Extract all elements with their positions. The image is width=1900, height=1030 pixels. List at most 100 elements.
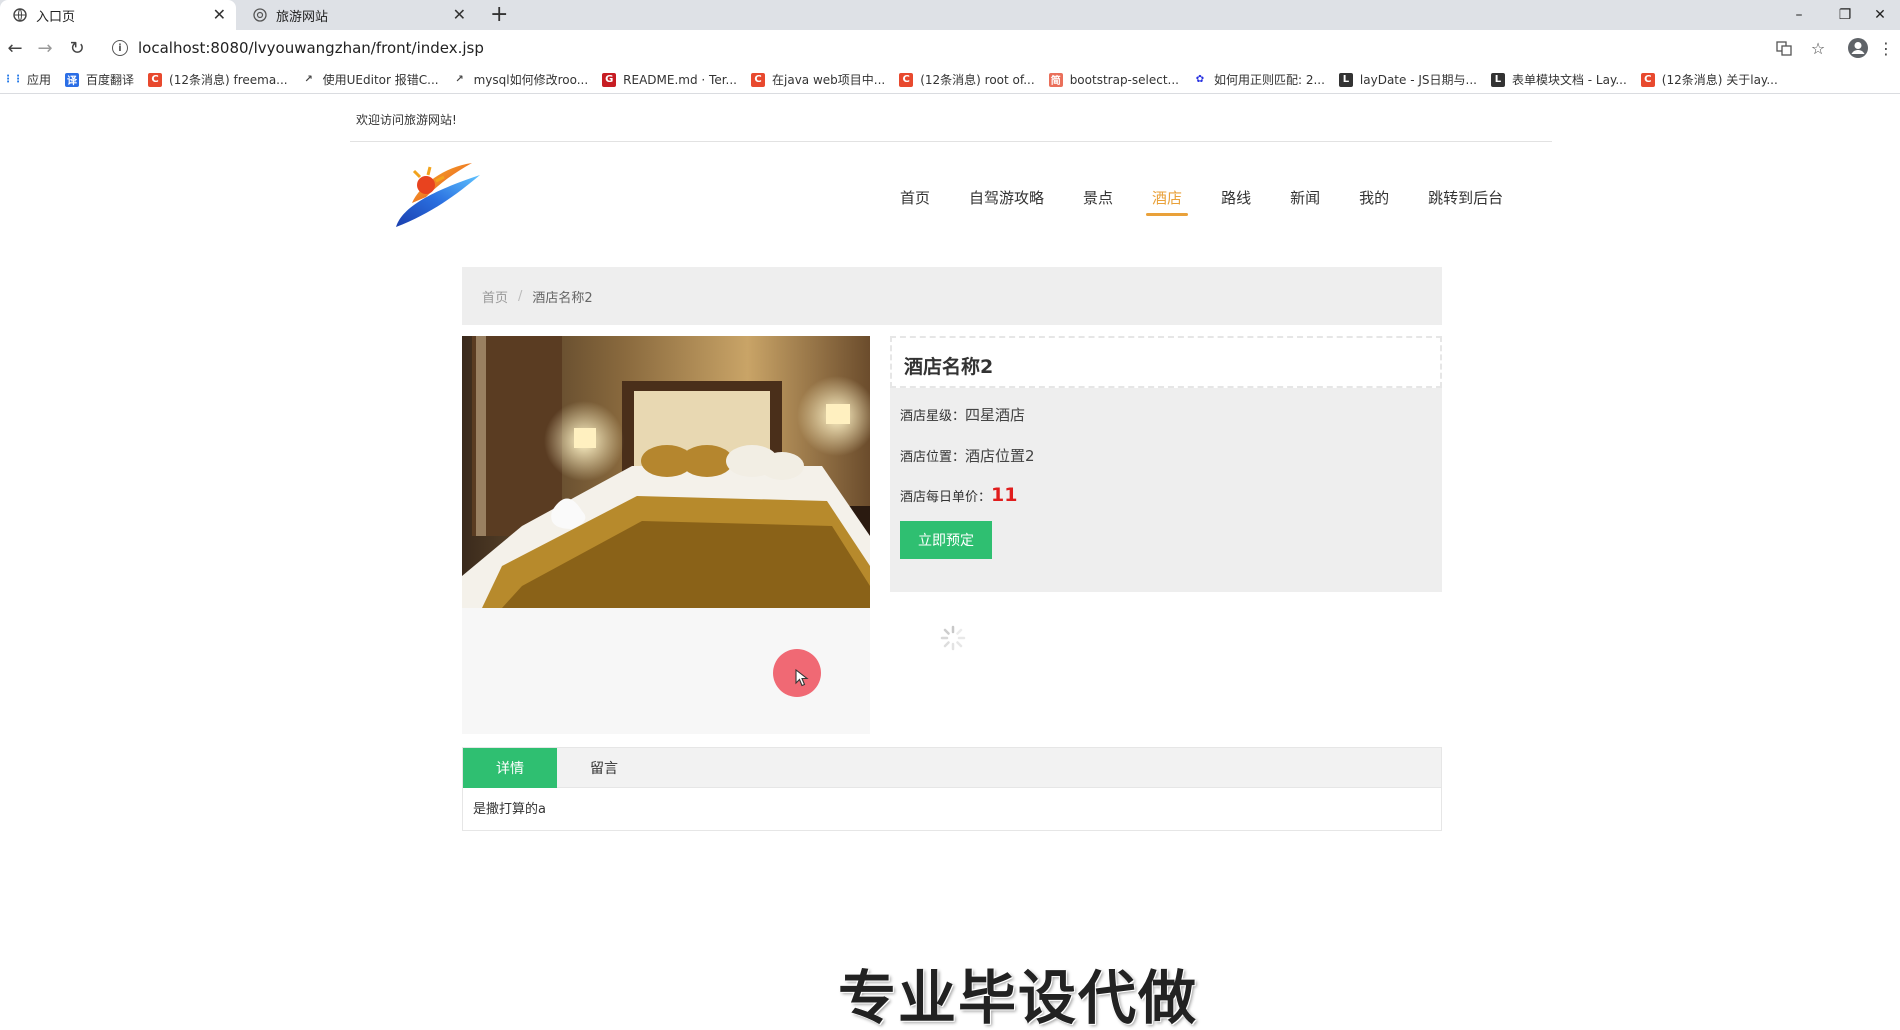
jianshu-icon: 简 [1048, 72, 1063, 87]
csdn-icon: C [751, 72, 765, 87]
browser-tab-site[interactable]: 旅游网站 ✕ [240, 0, 476, 30]
bookmark-item[interactable]: LlayDate - JS日期与... [1338, 71, 1477, 88]
bookmark-item[interactable]: C 在java web项目中... [751, 71, 885, 88]
url-text: localhost:8080/lvyouwangzhan/front/index… [138, 39, 484, 57]
close-window-icon[interactable]: ✕ [1860, 0, 1900, 30]
breadcrumb-home-link[interactable]: 首页 [482, 287, 508, 306]
baidu-translate-icon: 译 [65, 72, 80, 87]
bookmark-label: (12条消息) freema... [169, 73, 288, 87]
link-icon: ↗ [455, 74, 464, 85]
header-divider [350, 141, 1552, 142]
bookmark-label: 表单模块文档 - Lay... [1511, 73, 1627, 87]
tab-comments[interactable]: 留言 [557, 748, 651, 788]
back-icon[interactable]: ← [4, 37, 26, 59]
csdn-icon: C [899, 72, 914, 87]
baidu-icon: ✿ [1195, 74, 1205, 85]
hotel-price-row: 酒店每日单价： 11 [900, 484, 1017, 506]
hotel-title-box: 酒店名称2 [890, 336, 1442, 388]
close-tab-icon[interactable]: ✕ [213, 6, 226, 24]
book-now-button[interactable]: 立即预定 [900, 521, 992, 559]
hotel-price-label: 酒店每日单价： [900, 490, 992, 505]
bookmark-item[interactable]: 简 bootstrap-select... [1048, 72, 1179, 87]
nav-news[interactable]: 新闻 [1290, 187, 1320, 216]
bookmark-item[interactable]: L 表单模块文档 - Lay... [1490, 71, 1627, 88]
translate-icon[interactable] [1772, 36, 1796, 60]
bookmark-label: mysql如何修改roo... [473, 73, 589, 87]
detail-content: 是撒打算的a [473, 802, 546, 817]
minimize-icon[interactable]: – [1776, 0, 1822, 30]
bookmark-item[interactable]: ⋮⋮ 应用 [3, 71, 52, 88]
csdn-icon: C [1640, 72, 1655, 87]
hotel-location-value: 酒店位置2 [965, 447, 1035, 465]
nav-mine[interactable]: 我的 [1359, 187, 1389, 216]
bookmark-label: (12条消息) root of... [920, 73, 1035, 87]
profile-avatar-icon[interactable] [1846, 36, 1870, 60]
hotel-price-value: 11 [991, 484, 1018, 506]
nav-routes[interactable]: 路线 [1221, 187, 1251, 216]
globe-icon [12, 7, 28, 23]
bookmark-label: 在java web项目中... [772, 73, 886, 87]
nav-home[interactable]: 首页 [900, 187, 930, 216]
bookmark-item[interactable]: 译百度翻译 [65, 71, 134, 88]
bookmark-label: bootstrap-select... [1069, 72, 1179, 87]
bookmark-label: (12条消息) 关于lay... [1661, 73, 1778, 87]
hotel-location-row: 酒店位置： 酒店位置2 [900, 445, 1035, 466]
bookmark-label: 应用 [27, 73, 52, 87]
hotel-name: 酒店名称2 [904, 356, 994, 378]
hotel-star-value: 四星酒店 [965, 406, 1026, 424]
close-tab-icon[interactable]: ✕ [453, 6, 466, 24]
detail-tabs: 详情 留言 是撒打算的a [462, 747, 1442, 831]
hotel-location-label: 酒店位置： [900, 450, 966, 465]
hotel-room-photo[interactable] [462, 336, 870, 608]
hotel-gallery [462, 336, 870, 734]
bookmark-item[interactable]: G README.md · Ter... [602, 72, 737, 87]
bookmark-label: README.md · Ter... [623, 72, 737, 87]
bookmark-label: layDate - JS日期与... [1359, 73, 1477, 87]
address-bar: ← → ↻ i localhost:8080/lvyouwangzhan/fro… [0, 30, 1900, 66]
site-icon [252, 7, 268, 23]
apps-grid-icon: ⋮⋮ [3, 74, 23, 85]
bookmark-label: 如何用正则匹配: 2... [1213, 73, 1325, 87]
menu-kebab-icon[interactable]: ⋮ [1878, 36, 1894, 60]
bookmark-star-icon[interactable]: ☆ [1806, 36, 1830, 60]
breadcrumb-separator: / [518, 288, 523, 304]
breadcrumb-current: 酒店名称2 [532, 290, 593, 306]
reload-icon[interactable]: ↻ [66, 37, 88, 59]
nav-hotels[interactable]: 酒店 [1146, 187, 1189, 216]
hotel-star-row: 酒店星级： 四星酒店 [900, 404, 1025, 425]
nav-road-trip-guide[interactable]: 自驾游攻略 [969, 187, 1044, 216]
browser-tab-bar: 入口页 ✕ 旅游网站 ✕ + – ❐ ✕ [0, 0, 1900, 30]
click-indicator [773, 649, 821, 697]
tab-details[interactable]: 详情 [463, 748, 557, 788]
bookmark-item[interactable]: ↗ mysql如何修改roo... [453, 71, 589, 88]
site-info-icon[interactable]: i [112, 40, 128, 56]
gitee-icon: G [602, 72, 617, 87]
link-icon: ↗ [304, 74, 313, 85]
hotel-star-label: 酒店星级： [900, 409, 966, 424]
welcome-text: 欢迎访问旅游网站! [356, 113, 457, 127]
browser-tab-title: 旅游网站 [276, 9, 329, 25]
layui-icon: L [1338, 72, 1353, 87]
url-field[interactable]: i localhost:8080/lvyouwangzhan/front/ind… [100, 34, 1800, 62]
browser-tab-entry[interactable]: 入口页 ✕ [0, 0, 236, 30]
bookmark-item[interactable]: ↗ 使用UEditor 报错C... [302, 71, 439, 88]
bookmark-item[interactable]: C (12条消息) root of... [899, 71, 1035, 88]
forward-icon[interactable]: → [34, 37, 56, 59]
bookmark-label: 使用UEditor 报错C... [322, 73, 439, 87]
watermark-overlay: 专业毕设代做 [838, 964, 1199, 1030]
bookmark-label: 百度翻译 [86, 73, 135, 87]
mouse-pointer-icon [795, 669, 809, 687]
new-tab-icon[interactable]: + [490, 3, 508, 27]
loading-spinner-icon [940, 625, 966, 651]
bookmark-item[interactable]: C (12条消息) freema... [148, 71, 288, 88]
detail-tabs-header: 详情 留言 [463, 748, 1441, 788]
bookmark-item[interactable]: C (12条消息) 关于lay... [1640, 71, 1778, 88]
browser-tab-title: 入口页 [36, 9, 76, 25]
site-logo[interactable] [392, 157, 484, 231]
nav-attractions[interactable]: 景点 [1083, 187, 1113, 216]
bookmark-item[interactable]: ✿ 如何用正则匹配: 2... [1193, 71, 1325, 88]
nav-admin[interactable]: 跳转到后台 [1428, 187, 1503, 216]
layui-icon: L [1490, 72, 1505, 87]
csdn-icon: C [148, 72, 163, 87]
hotel-info-panel: 酒店名称2 酒店星级： 四星酒店 酒店位置： 酒店位置2 酒店每日单价： 11 … [890, 336, 1442, 592]
